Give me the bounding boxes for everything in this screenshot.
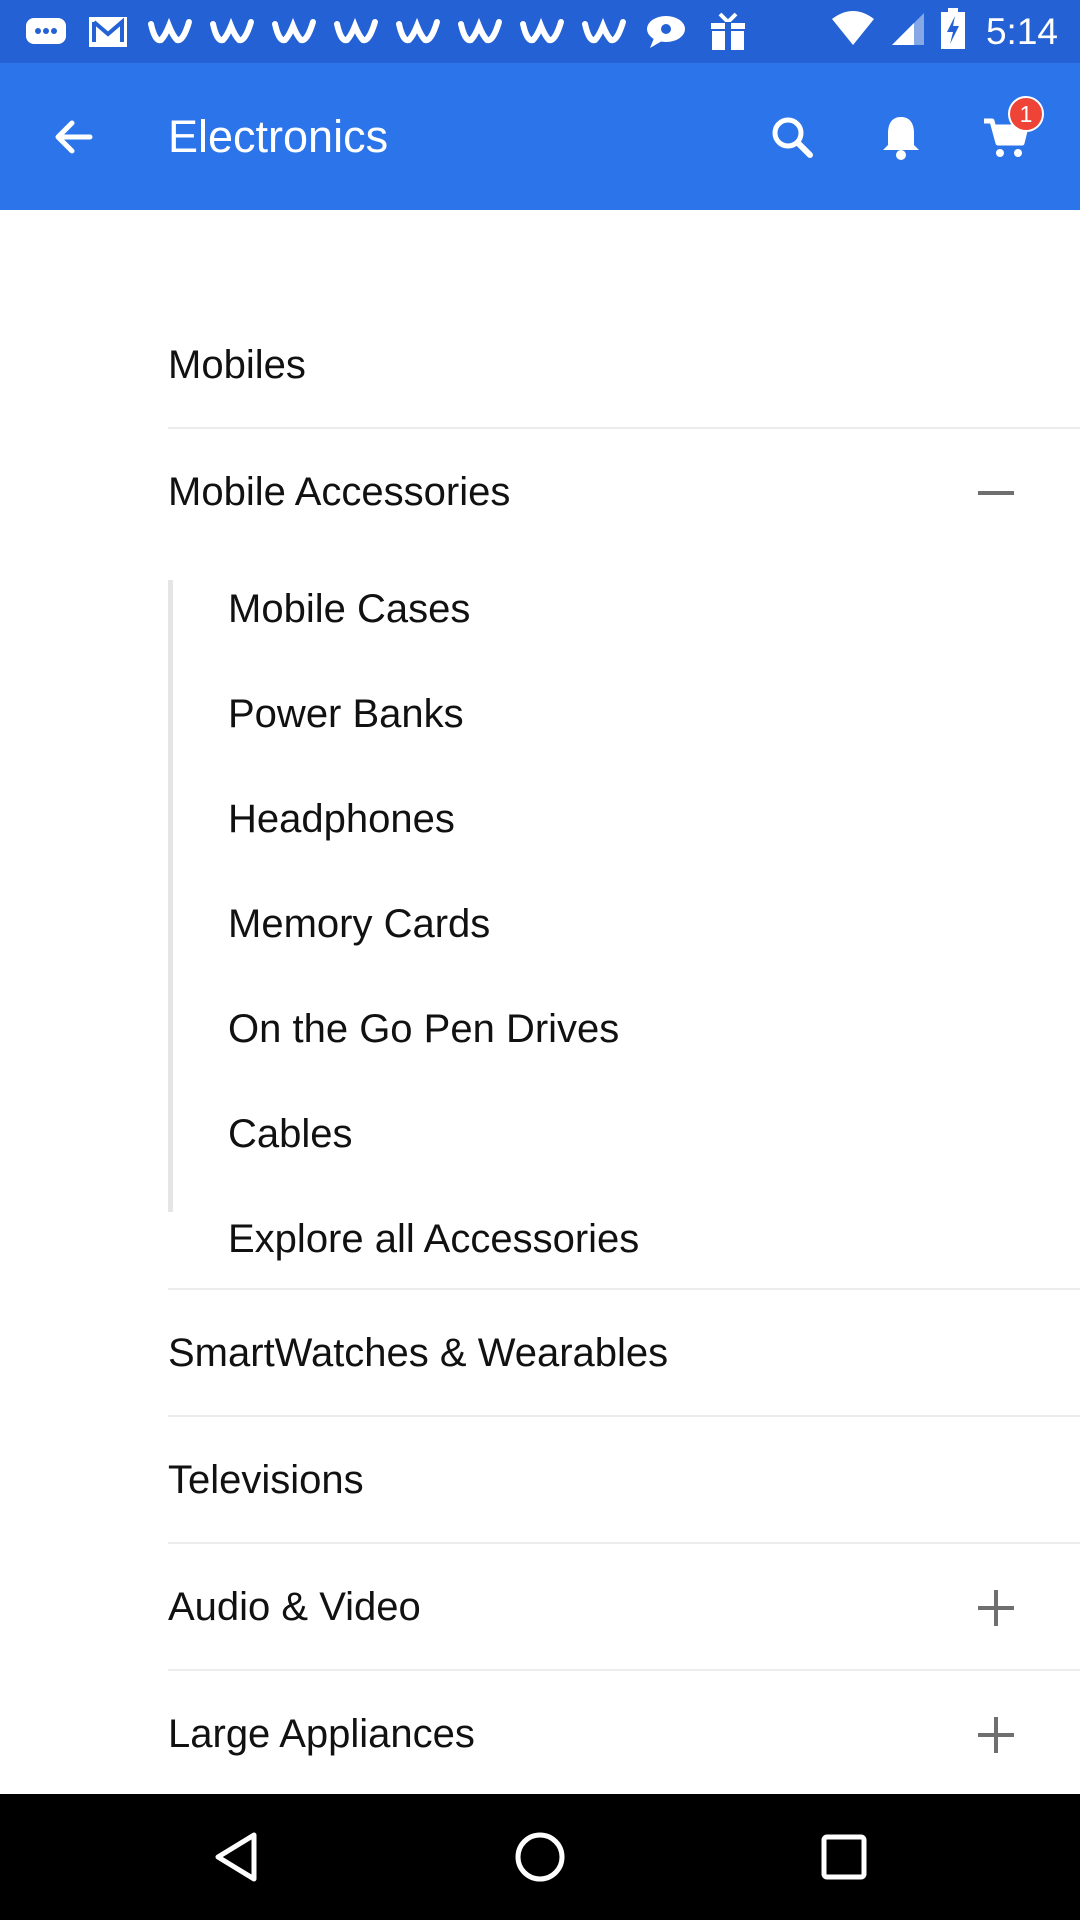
category-item-televisions[interactable]: Televisions <box>168 1417 1080 1544</box>
w-app-icon <box>270 12 318 52</box>
w-app-icon <box>456 12 504 52</box>
category-item-mobile-accessories[interactable]: Mobile Accessories <box>168 429 1080 556</box>
arrow-left-icon <box>55 120 93 154</box>
category-label: Large Appliances <box>168 1712 475 1756</box>
subcategory-item-memory-cards[interactable]: Memory Cards <box>228 872 1080 977</box>
category-item-mobiles[interactable]: Mobiles <box>168 302 1080 429</box>
subcategory-item-explore-all-accessories[interactable]: Explore all Accessories <box>228 1187 1080 1292</box>
expand-plus-icon[interactable] <box>974 1586 1018 1630</box>
home-circle-icon <box>515 1832 565 1882</box>
subcategory-item-mobile-cases[interactable]: Mobile Cases <box>228 557 1080 662</box>
w-app-icon <box>332 12 380 52</box>
app-bar: Electronics <box>0 63 1080 210</box>
submenu-indent-bar <box>168 580 173 1212</box>
system-icons: 5:14 <box>830 0 1058 63</box>
w-app-icon <box>518 12 566 52</box>
notifications-button[interactable] <box>865 101 937 173</box>
category-label: Audio & Video <box>168 1585 421 1629</box>
subcategory-label: Power Banks <box>228 692 464 736</box>
chat-bubble-icon <box>642 12 690 52</box>
gmail-icon <box>84 12 132 52</box>
subcategory-item-cables[interactable]: Cables <box>228 1082 1080 1187</box>
status-bar: 5:14 <box>0 0 1080 63</box>
back-button[interactable] <box>38 101 110 173</box>
w-app-icon <box>580 12 628 52</box>
notification-icons <box>22 0 752 63</box>
cart-count-badge: 1 <box>1008 96 1044 132</box>
category-label: Mobile Accessories <box>168 470 511 514</box>
subcategory-label: Headphones <box>228 797 455 841</box>
subcategory-label: On the Go Pen Drives <box>228 1007 620 1051</box>
subcategory-item-power-banks[interactable]: Power Banks <box>228 662 1080 767</box>
category-label: Televisions <box>168 1458 364 1502</box>
nav-home-button[interactable] <box>500 1817 580 1897</box>
w-app-icon <box>208 12 256 52</box>
w-app-icon <box>146 12 194 52</box>
collapse-minus-icon[interactable] <box>974 471 1018 515</box>
bell-icon <box>883 117 919 160</box>
page-title: Electronics <box>168 111 389 162</box>
category-item-audio-video[interactable]: Audio & Video <box>168 1544 1080 1671</box>
subcategory-item-headphones[interactable]: Headphones <box>228 767 1080 872</box>
search-icon <box>772 117 813 158</box>
status-time: 5:14 <box>985 10 1058 52</box>
subcategory-item-otg-pen-drives[interactable]: On the Go Pen Drives <box>228 977 1080 1082</box>
subcategory-label: Cables <box>228 1112 353 1156</box>
wifi-icon <box>830 11 876 52</box>
category-label: Mobiles <box>168 343 306 387</box>
back-triangle-icon <box>215 1832 257 1882</box>
message-icon <box>22 12 70 52</box>
subcategory-label: Memory Cards <box>228 902 491 946</box>
gift-box-icon <box>704 12 752 52</box>
search-button[interactable] <box>756 101 828 173</box>
battery-charging-icon <box>940 8 966 55</box>
category-item-large-appliances[interactable]: Large Appliances <box>168 1671 1080 1798</box>
nav-recents-button[interactable] <box>804 1817 884 1897</box>
nav-back-button[interactable] <box>196 1817 276 1897</box>
expand-plus-icon[interactable] <box>974 1713 1018 1757</box>
category-label: SmartWatches & Wearables <box>168 1331 669 1375</box>
system-navigation-bar <box>0 1794 1080 1920</box>
category-item-smartwatches-wearables[interactable]: SmartWatches & Wearables <box>168 1290 1080 1417</box>
w-app-icon <box>394 12 442 52</box>
signal-icon <box>890 11 926 52</box>
subcategory-label: Mobile Cases <box>228 587 471 631</box>
subcategory-label: Explore all Accessories <box>228 1217 640 1261</box>
recents-square-icon <box>821 1834 867 1880</box>
